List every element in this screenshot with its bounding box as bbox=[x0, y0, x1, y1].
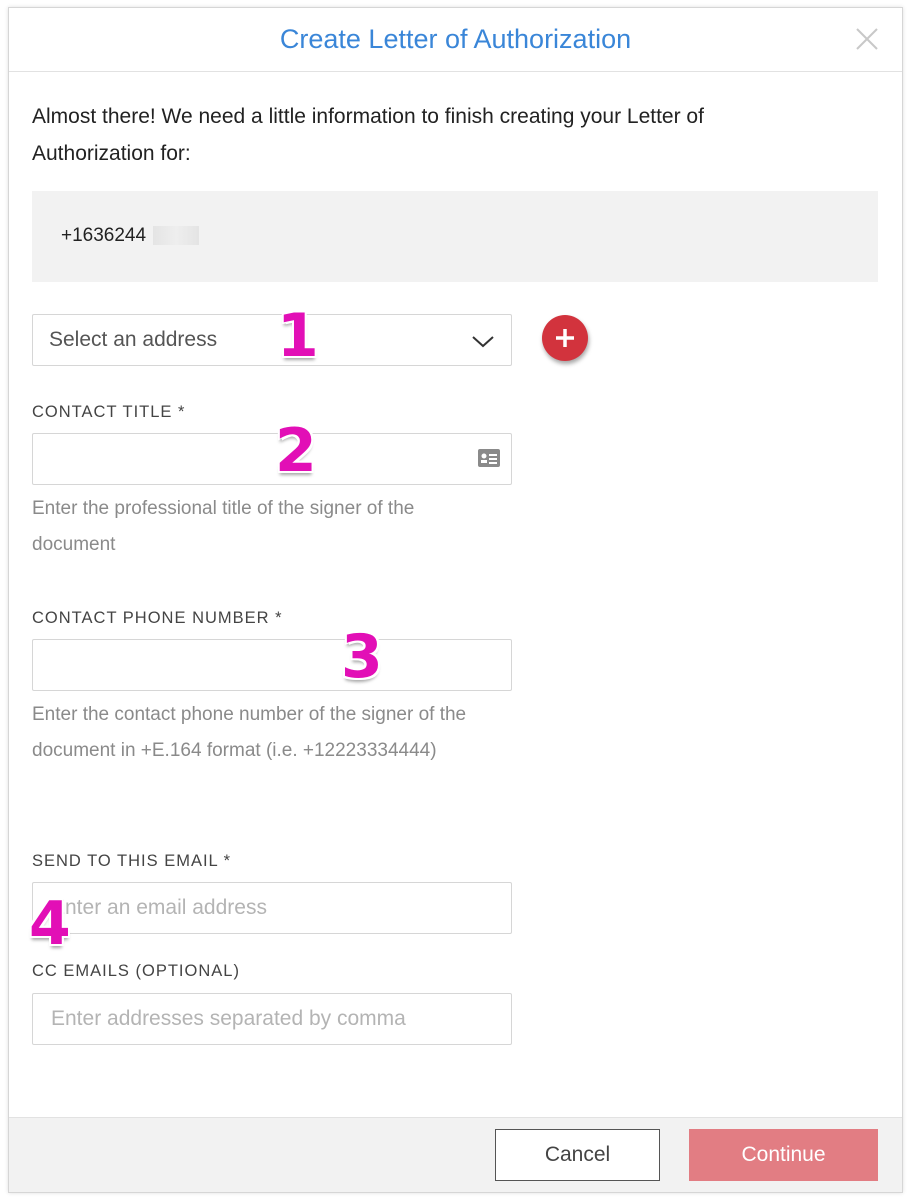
dialog-header: Create Letter of Authorization bbox=[9, 8, 902, 72]
chevron-down-icon bbox=[472, 336, 494, 348]
contact-title-input[interactable] bbox=[32, 433, 512, 485]
intro-text: Almost there! We need a little informati… bbox=[32, 105, 704, 165]
phone-number-box: +1636244 bbox=[32, 191, 878, 282]
send-email-input[interactable] bbox=[32, 882, 512, 934]
contact-title-help: Enter the professional title of the sign… bbox=[32, 498, 415, 555]
annotation-4: 4 bbox=[29, 889, 71, 959]
contact-phone-input[interactable] bbox=[32, 639, 512, 691]
cc-emails-label: CC EMAILS (OPTIONAL) bbox=[32, 962, 240, 980]
address-select-placeholder: Select an address bbox=[49, 328, 218, 351]
contact-phone-label: CONTACT PHONE NUMBER * bbox=[32, 609, 283, 627]
annotation-1: 1 bbox=[277, 301, 319, 371]
contact-phone-help: Enter the contact phone number of the si… bbox=[32, 704, 467, 761]
cancel-button[interactable]: Cancel bbox=[495, 1129, 660, 1181]
dialog-title: Create Letter of Authorization bbox=[279, 24, 632, 54]
address-select[interactable]: Select an address bbox=[32, 314, 512, 366]
phone-number: +1636244 bbox=[61, 225, 147, 246]
redacted-digits bbox=[153, 226, 199, 245]
plus-icon bbox=[556, 329, 574, 347]
contact-card-icon[interactable] bbox=[477, 448, 501, 468]
close-icon[interactable] bbox=[854, 26, 880, 52]
send-email-label: SEND TO THIS EMAIL * bbox=[32, 852, 232, 870]
annotation-2: 2 bbox=[275, 416, 317, 486]
continue-button[interactable]: Continue bbox=[689, 1129, 878, 1181]
contact-title-label: CONTACT TITLE * bbox=[32, 403, 186, 421]
add-address-button[interactable] bbox=[542, 315, 588, 361]
dialog-footer: Cancel Continue bbox=[9, 1117, 902, 1192]
annotation-3: 3 bbox=[341, 622, 383, 692]
cc-emails-input[interactable] bbox=[32, 993, 512, 1045]
letter-of-authorization-dialog: Create Letter of Authorization Almost th… bbox=[8, 7, 903, 1193]
